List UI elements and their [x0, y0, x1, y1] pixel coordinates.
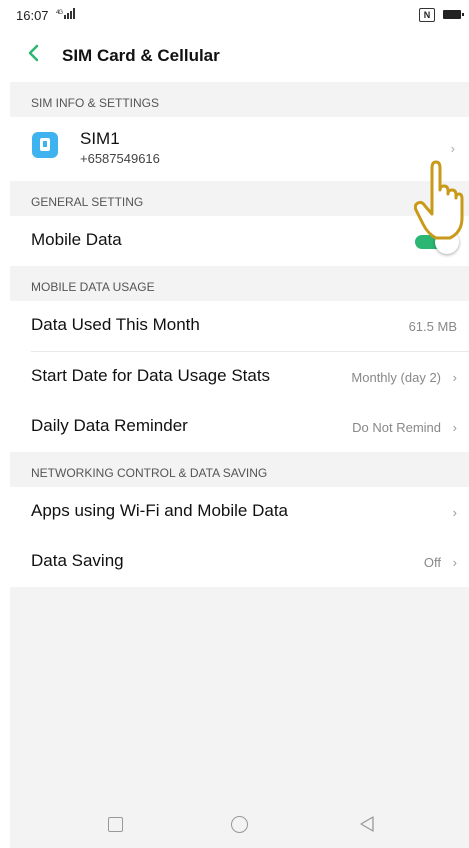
chevron-right-icon: ›	[450, 141, 455, 156]
apps-wifi-mobile-label: Apps using Wi-Fi and Mobile Data	[31, 501, 289, 520]
status-time: 16:07	[16, 8, 49, 23]
sim-phone-number: +6587549616	[80, 151, 160, 166]
status-bar: 16:07 4G N	[10, 0, 469, 28]
page-title: SIM Card & Cellular	[62, 46, 220, 65]
sim-info-card: SIM1 +6587549616 ›	[10, 117, 469, 181]
chevron-right-icon: ›	[452, 420, 457, 435]
start-date-label: Start Date for Data Usage Stats	[31, 366, 271, 385]
data-saving-label: Data Saving	[31, 551, 124, 570]
signal-icon: 4G	[56, 8, 76, 22]
sim-name: SIM1	[80, 129, 120, 148]
signal-type: 4G	[56, 10, 63, 16]
phone-screen: 16:07 4G N SIM Card & Cellular SIM INFO …	[10, 0, 469, 848]
battery-icon	[443, 10, 464, 19]
section-header-networking: NETWORKING CONTROL & DATA SAVING	[31, 466, 268, 480]
usage-card: Data Used This Month 61.5 MB Start Date …	[10, 301, 469, 452]
chevron-right-icon: ›	[452, 555, 457, 570]
mobile-data-row: Mobile Data	[10, 216, 469, 266]
networking-card: Apps using Wi-Fi and Mobile Data › Data …	[10, 487, 469, 587]
daily-reminder-label: Daily Data Reminder	[31, 416, 188, 435]
system-nav-bar	[10, 802, 469, 848]
nfc-icon: N	[419, 8, 435, 22]
data-used-label: Data Used This Month	[31, 315, 200, 334]
section-header-general: GENERAL SETTING	[31, 195, 144, 209]
start-date-row[interactable]: Start Date for Data Usage Stats Monthly …	[10, 352, 469, 402]
pointing-hand-icon	[413, 156, 464, 246]
data-used-value: 61.5 MB	[408, 319, 457, 334]
data-used-row: Data Used This Month 61.5 MB	[10, 301, 469, 351]
section-header-usage: MOBILE DATA USAGE	[31, 280, 155, 294]
sim-card-icon	[32, 132, 58, 158]
nav-back-icon[interactable]	[358, 815, 376, 833]
sim1-row[interactable]: SIM1 +6587549616 ›	[10, 117, 469, 181]
data-saving-value: Off	[423, 555, 441, 570]
chevron-right-icon: ›	[452, 370, 457, 385]
mobile-data-label: Mobile Data	[31, 230, 122, 249]
recent-apps-icon[interactable]	[108, 817, 123, 832]
back-arrow-icon[interactable]	[24, 43, 44, 63]
daily-reminder-value: Do Not Remind	[352, 420, 441, 435]
apps-wifi-mobile-row[interactable]: Apps using Wi-Fi and Mobile Data ›	[10, 487, 469, 537]
section-header-sim-info: SIM INFO & SETTINGS	[31, 96, 160, 110]
chevron-right-icon: ›	[452, 505, 457, 520]
start-date-value: Monthly (day 2)	[351, 370, 441, 385]
home-icon[interactable]	[231, 816, 248, 833]
daily-reminder-row[interactable]: Daily Data Reminder Do Not Remind ›	[10, 402, 469, 452]
data-saving-row[interactable]: Data Saving Off ›	[10, 537, 469, 587]
general-card: Mobile Data	[10, 216, 469, 266]
app-bar: SIM Card & Cellular	[10, 28, 469, 82]
